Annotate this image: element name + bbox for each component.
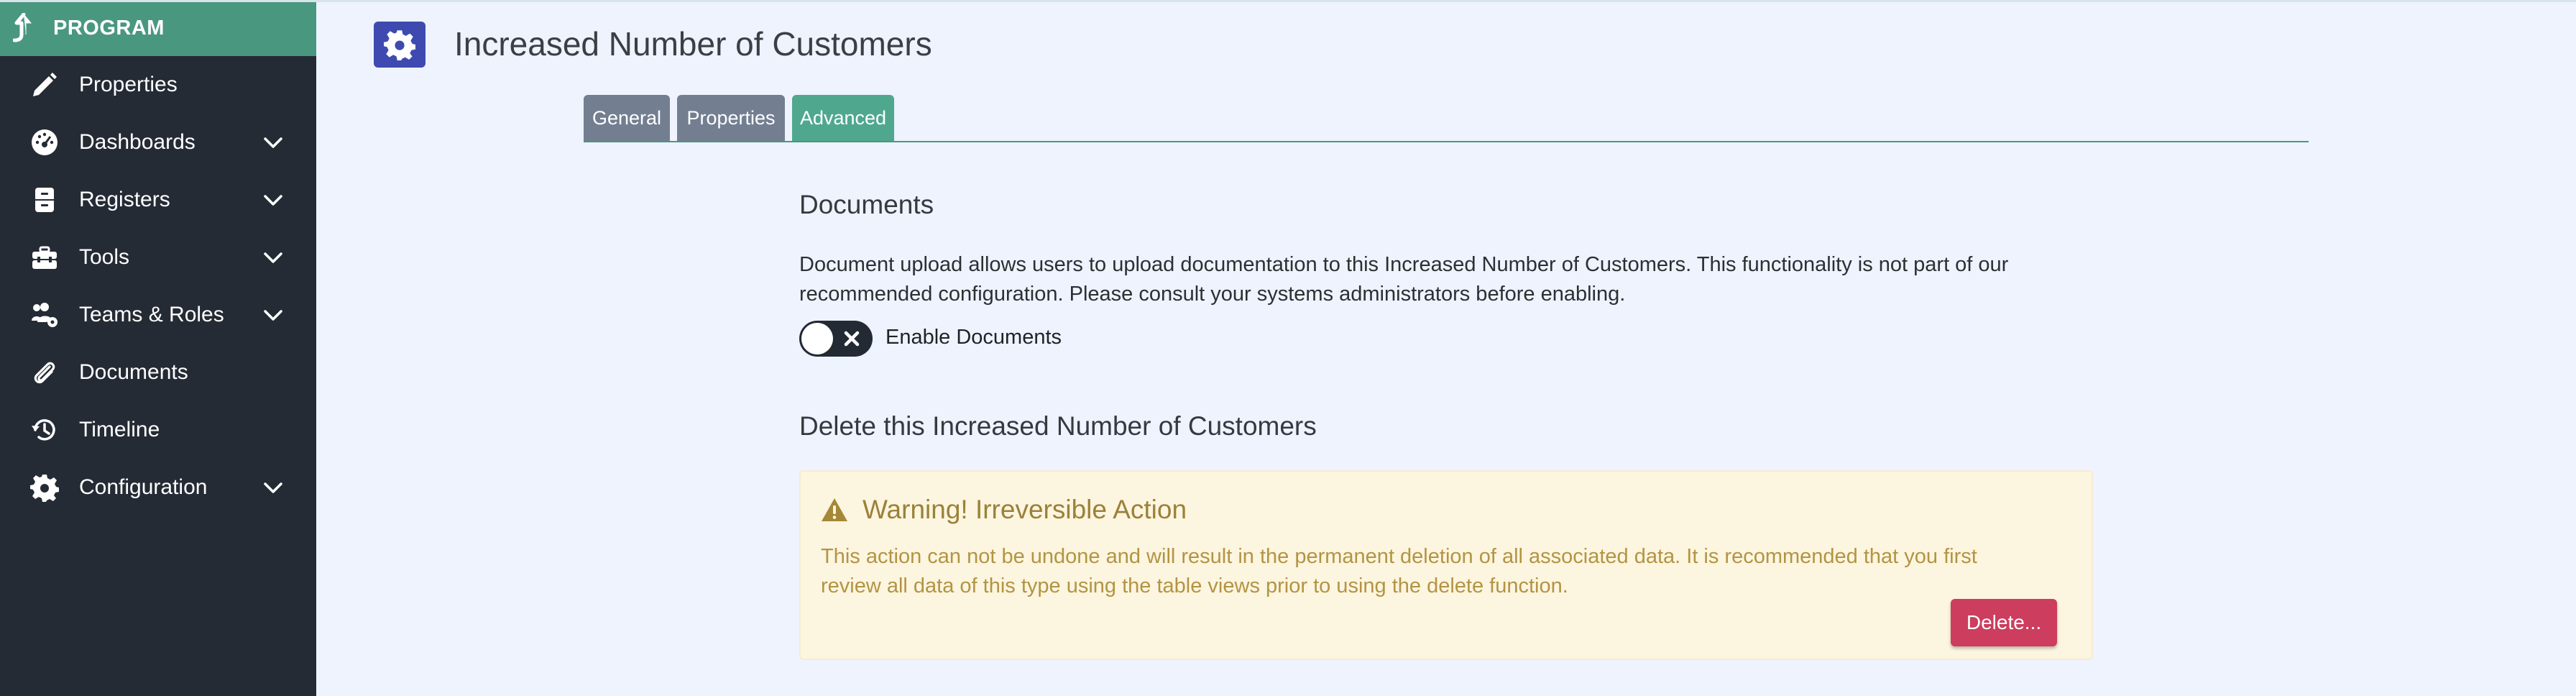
warning-text-line: review all data of this type using the t… [821, 574, 1568, 597]
toolbox-icon [29, 242, 60, 273]
documents-description-line: recommended configuration. Please consul… [799, 283, 1626, 306]
documents-heading: Documents [799, 190, 934, 219]
sidebar-item-label: Dashboards [79, 130, 196, 154]
top-border [0, 0, 2576, 2]
enable-documents-label: Enable Documents [886, 326, 1062, 349]
documents-description: Document upload allows users to upload d… [799, 250, 2093, 309]
warning-title: Warning! Irreversible Action [862, 495, 1187, 524]
close-icon [844, 331, 860, 347]
warning-alert: Warning! Irreversible Action This action… [799, 470, 2093, 660]
sidebar-header[interactable]: PROGRAM [0, 0, 316, 56]
app-root: PROGRAM Properties Dashboards Registers [0, 0, 2576, 696]
sidebar-item-label: Teams & Roles [79, 303, 224, 326]
sidebar-item-timeline[interactable]: Timeline [0, 401, 316, 459]
tab-general[interactable]: General [584, 95, 670, 141]
arrow-up-turn-icon [13, 13, 32, 42]
delete-button[interactable]: Delete... [1951, 599, 2057, 646]
documents-description-line: Document upload allows users to upload d… [799, 253, 2009, 276]
sidebar: PROGRAM Properties Dashboards Registers [0, 0, 316, 696]
chevron-down-icon[interactable] [260, 302, 286, 328]
sidebar-item-registers[interactable]: Registers [0, 171, 316, 229]
delete-heading: Delete this Increased Number of Customer… [799, 411, 1317, 441]
page-gear-icon [374, 22, 426, 68]
main-content: Increased Number of Customers General Pr… [316, 0, 2576, 696]
file-cabinet-icon [29, 184, 60, 216]
sidebar-item-teams-roles[interactable]: Teams & Roles [0, 286, 316, 344]
gear-icon [29, 472, 60, 503]
chevron-down-icon[interactable] [260, 187, 286, 213]
warning-text: This action can not be undone and will r… [821, 542, 2071, 601]
sidebar-item-label: Documents [79, 360, 188, 384]
enable-documents-toggle[interactable] [799, 321, 873, 357]
warning-text-line: This action can not be undone and will r… [821, 545, 1977, 568]
sidebar-title: PROGRAM [53, 16, 165, 40]
sidebar-item-dashboards[interactable]: Dashboards [0, 114, 316, 171]
sidebar-item-label: Tools [79, 245, 130, 269]
sidebar-item-tools[interactable]: Tools [0, 229, 316, 286]
gauge-icon [29, 127, 60, 158]
history-icon [29, 414, 60, 446]
chevron-down-icon[interactable] [260, 244, 286, 270]
tab-advanced[interactable]: Advanced [792, 95, 894, 141]
chevron-down-icon[interactable] [260, 129, 286, 155]
sidebar-item-properties[interactable]: Properties [0, 56, 316, 114]
pencil-icon [29, 69, 60, 101]
sidebar-item-documents[interactable]: Documents [0, 344, 316, 401]
page-title: Increased Number of Customers [454, 25, 932, 63]
chevron-down-icon[interactable] [260, 475, 286, 500]
warning-triangle-icon [822, 498, 847, 521]
users-gear-icon [29, 299, 60, 331]
sidebar-item-label: Timeline [79, 418, 160, 441]
sidebar-item-label: Configuration [79, 475, 208, 499]
sidebar-item-label: Properties [79, 73, 178, 96]
sidebar-item-configuration[interactable]: Configuration [0, 459, 316, 516]
toggle-knob [801, 323, 833, 354]
paperclip-icon [29, 357, 60, 388]
tab-properties[interactable]: Properties [677, 95, 785, 141]
sidebar-item-label: Registers [79, 188, 170, 211]
tab-bar: General Properties Advanced [584, 95, 2309, 142]
